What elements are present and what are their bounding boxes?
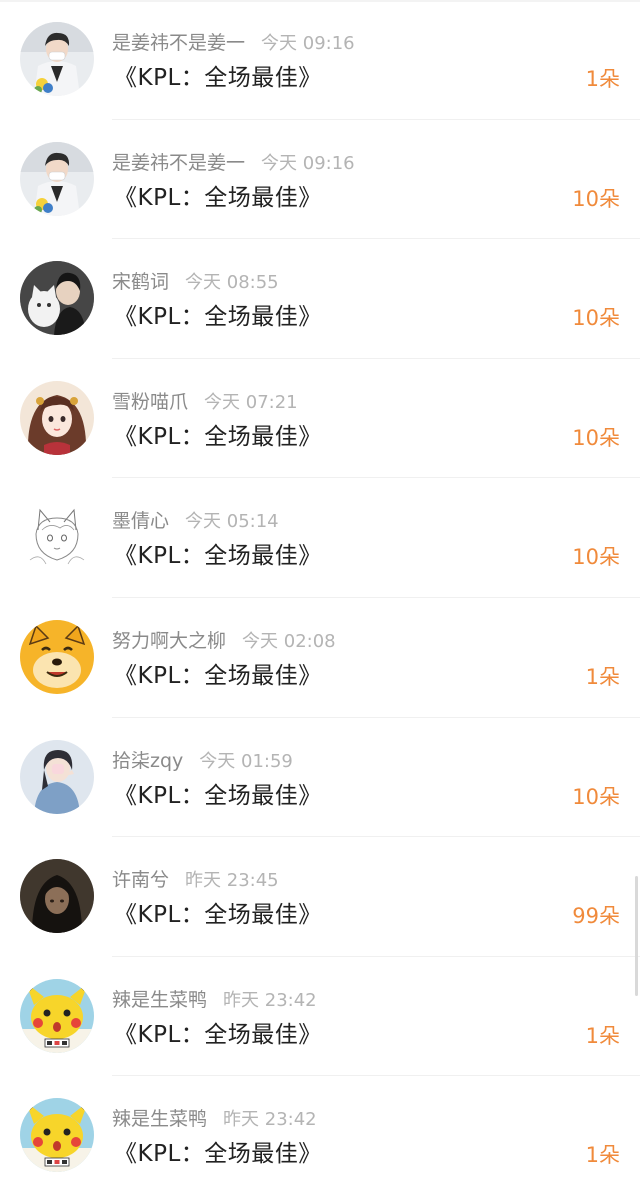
gift-name: 《KPL：全场最佳》: [114, 902, 322, 929]
avatar-sketch-catgirl-icon: [20, 500, 94, 575]
avatar-guy-flowers-icon: [20, 141, 94, 216]
scrollbar[interactable]: [635, 876, 638, 996]
list-item[interactable]: 是姜祎不是姜一 今天 09:16 《KPL：全场最佳》 1朵: [0, 0, 640, 120]
avatar[interactable]: [20, 978, 94, 1053]
avatar-person-cat-icon: [20, 261, 94, 336]
record-meta: 努力啊大之柳 今天 02:08: [112, 628, 336, 654]
username[interactable]: 墨倩心: [112, 510, 169, 532]
timestamp: 今天 01:59: [199, 750, 293, 772]
username[interactable]: 拾柒zqy: [112, 750, 183, 772]
gift-name: 《KPL：全场最佳》: [114, 662, 322, 689]
gift-count: 10朵: [572, 545, 620, 570]
gift-name: 《KPL：全场最佳》: [114, 1141, 322, 1168]
gift-count: 10朵: [572, 306, 620, 331]
list-item[interactable]: 雪粉喵爪 今天 07:21 《KPL：全场最佳》 10朵: [0, 359, 640, 479]
avatar-dark-portrait-icon: [20, 859, 94, 934]
username[interactable]: 辣是生菜鸭: [112, 989, 207, 1011]
record-meta: 辣是生菜鸭 昨天 23:42: [112, 987, 317, 1013]
gift-count: 10朵: [572, 784, 620, 809]
timestamp: 今天 07:21: [204, 391, 298, 413]
list-item[interactable]: 辣是生菜鸭 昨天 23:42 《KPL：全场最佳》 1朵: [0, 957, 640, 1077]
gift-name: 《KPL：全场最佳》: [114, 1021, 322, 1048]
record-meta: 拾柒zqy 今天 01:59: [112, 748, 293, 774]
username[interactable]: 是姜祎不是姜一: [112, 152, 245, 174]
gift-count: 1朵: [585, 1023, 620, 1048]
gift-count: 1朵: [585, 1143, 620, 1168]
gift-count: 10朵: [572, 425, 620, 450]
list-item[interactable]: 宋鹤词 今天 08:55 《KPL：全场最佳》 10朵: [0, 239, 640, 359]
gift-count: 1朵: [585, 664, 620, 689]
avatar[interactable]: [20, 141, 94, 216]
avatar-girl-denim-icon: [20, 739, 94, 814]
record-meta: 是姜祎不是姜一 今天 09:16: [112, 30, 355, 56]
username[interactable]: 辣是生菜鸭: [112, 1108, 207, 1130]
gift-name: 《KPL：全场最佳》: [114, 543, 322, 570]
username[interactable]: 宋鹤词: [112, 271, 169, 293]
avatar-doge-icon: [20, 619, 94, 694]
list-item[interactable]: 拾柒zqy 今天 01:59 《KPL：全场最佳》 10朵: [0, 718, 640, 838]
avatar-pikachu-icon: [20, 1098, 94, 1173]
avatar[interactable]: [20, 1098, 94, 1173]
username[interactable]: 努力啊大之柳: [112, 630, 226, 652]
gift-count: 10朵: [572, 186, 620, 211]
record-meta: 是姜祎不是姜一 今天 09:16: [112, 150, 355, 176]
avatar-pikachu-icon: [20, 978, 94, 1053]
timestamp: 昨天 23:45: [185, 870, 279, 892]
record-meta: 宋鹤词 今天 08:55: [112, 269, 279, 295]
record-meta: 许南兮 昨天 23:45: [112, 867, 279, 893]
avatar[interactable]: [20, 739, 94, 814]
record-meta: 墨倩心 今天 05:14: [112, 508, 279, 534]
avatar[interactable]: [20, 500, 94, 575]
username[interactable]: 雪粉喵爪: [112, 391, 188, 413]
gift-name: 《KPL：全场最佳》: [114, 65, 322, 91]
gift-count: 1朵: [585, 67, 620, 91]
avatar[interactable]: [20, 261, 94, 336]
gift-record-list: 是姜祎不是姜一 今天 09:16 《KPL：全场最佳》 1朵 是姜祎不是姜一 今天 …: [0, 0, 640, 1196]
gift-name: 《KPL：全场最佳》: [114, 782, 322, 809]
gift-name: 《KPL：全场最佳》: [114, 423, 322, 450]
avatar[interactable]: [20, 619, 94, 694]
username[interactable]: 是姜祎不是姜一: [112, 32, 245, 54]
avatar[interactable]: [20, 380, 94, 455]
avatar-anime-girl-icon: [20, 380, 94, 455]
list-item[interactable]: 是姜祎不是姜一 今天 09:16 《KPL：全场最佳》 10朵: [0, 120, 640, 240]
gift-count: 99朵: [572, 904, 620, 929]
list-item[interactable]: 墨倩心 今天 05:14 《KPL：全场最佳》 10朵: [0, 478, 640, 598]
timestamp: 今天 08:55: [185, 272, 279, 294]
record-meta: 辣是生菜鸭 昨天 23:42: [112, 1106, 317, 1132]
timestamp: 昨天 23:42: [223, 989, 317, 1011]
avatar[interactable]: [20, 22, 94, 96]
list-item[interactable]: 辣是生菜鸭 昨天 23:42 《KPL：全场最佳》 1朵: [0, 1076, 640, 1196]
username[interactable]: 许南兮: [112, 869, 169, 891]
gift-name: 《KPL：全场最佳》: [114, 304, 322, 331]
list-item[interactable]: 许南兮 昨天 23:45 《KPL：全场最佳》 99朵: [0, 837, 640, 957]
timestamp: 昨天 23:42: [223, 1109, 317, 1131]
list-item[interactable]: 努力啊大之柳 今天 02:08 《KPL：全场最佳》 1朵: [0, 598, 640, 718]
avatar-guy-flowers-icon: [20, 22, 94, 96]
timestamp: 今天 09:16: [261, 33, 355, 54]
timestamp: 今天 09:16: [261, 152, 355, 174]
gift-name: 《KPL：全场最佳》: [114, 184, 322, 211]
record-meta: 雪粉喵爪 今天 07:21: [112, 389, 298, 415]
avatar[interactable]: [20, 859, 94, 934]
timestamp: 今天 02:08: [242, 630, 336, 652]
timestamp: 今天 05:14: [185, 511, 279, 533]
